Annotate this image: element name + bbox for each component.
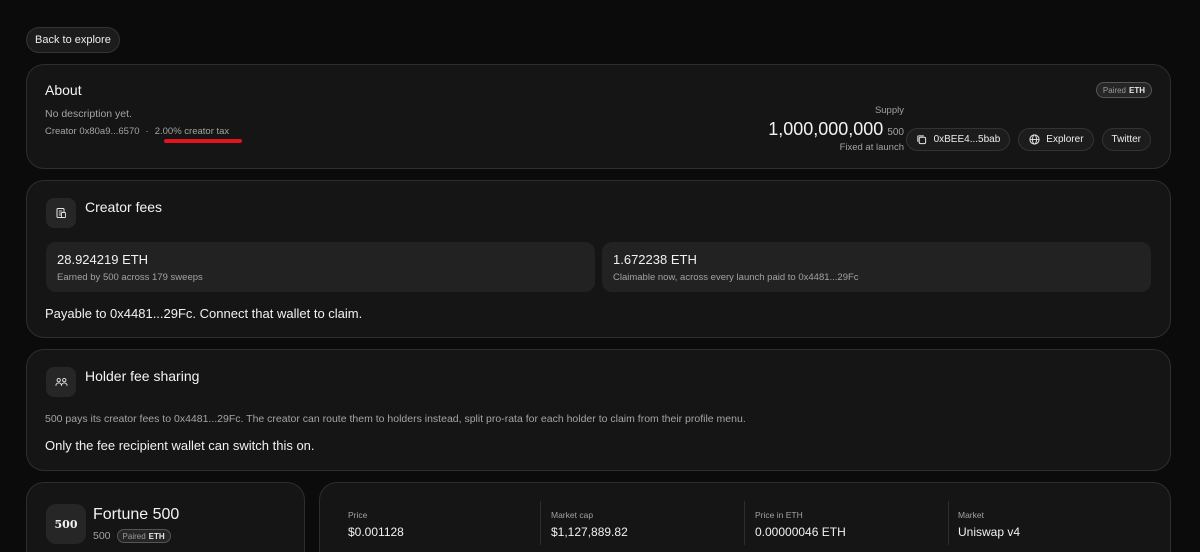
supply-value: 1,000,000,000 bbox=[768, 119, 884, 139]
globe-icon bbox=[1028, 134, 1040, 146]
holder-fee-note: Only the fee recipient wallet can switch… bbox=[45, 438, 315, 453]
supply-ticker: 500 bbox=[887, 127, 904, 138]
stat-divider bbox=[744, 501, 745, 545]
stat-market: Market Uniswap v4 bbox=[958, 510, 1020, 539]
twitter-link[interactable]: Twitter bbox=[1101, 128, 1151, 151]
contract-address: 0xBEE4...5bab bbox=[933, 134, 1001, 145]
holder-fee-sharing-card: Holder fee sharing 500 pays its creator … bbox=[26, 349, 1171, 471]
supply-label: Supply bbox=[874, 105, 904, 116]
token-name: Fortune 500 bbox=[93, 506, 180, 523]
supply-note: Fixed at launch bbox=[839, 142, 904, 153]
stat-value: $1,127,889.82 bbox=[551, 525, 628, 539]
paired-prefix: Paired bbox=[1102, 85, 1126, 95]
holders-icon bbox=[46, 367, 76, 397]
stat-market-cap: Market cap $1,127,889.82 bbox=[551, 510, 628, 539]
creator-address[interactable]: Creator 0x80a9...6570 bbox=[45, 126, 140, 137]
fees-earned-value: 28.924219 ETH bbox=[57, 252, 149, 267]
token-paired-token: ETH bbox=[148, 531, 165, 541]
stat-divider bbox=[540, 501, 541, 545]
about-title: About bbox=[45, 82, 82, 98]
paired-badge: Paired ETH bbox=[1095, 82, 1152, 98]
token-paired-badge: Paired ETH bbox=[116, 529, 171, 543]
creator-tax-highlight bbox=[164, 139, 242, 143]
stat-value: 0.00000046 ETH bbox=[755, 525, 846, 539]
stat-price: Price $0.001128 bbox=[348, 510, 404, 539]
holder-fee-description: 500 pays its creator fees to 0x4481...29… bbox=[45, 413, 746, 425]
fees-claimable-value: 1.672238 ETH bbox=[613, 252, 697, 267]
stat-value: $0.001128 bbox=[348, 525, 404, 539]
fees-claimable-box: 1.672238 ETH Claimable now, across every… bbox=[602, 242, 1151, 292]
paired-token: ETH bbox=[1129, 85, 1145, 95]
token-logo: 500 bbox=[46, 504, 86, 544]
token-ticker: 500 bbox=[93, 530, 111, 542]
back-to-explore-button[interactable]: Back to explore bbox=[26, 27, 120, 53]
holder-fee-sharing-title: Holder fee sharing bbox=[85, 368, 200, 384]
creator-tax: 2.00% creator tax bbox=[154, 126, 230, 137]
about-links: 0xBEE4...5bab Explorer Twitter bbox=[905, 128, 1151, 151]
token-ticker-row: 500 Paired ETH bbox=[93, 529, 171, 543]
explorer-label: Explorer bbox=[1046, 134, 1084, 145]
about-card: About No description yet. Creator 0x80a9… bbox=[26, 64, 1171, 169]
fees-icon bbox=[46, 198, 76, 228]
stat-label: Price bbox=[348, 510, 368, 520]
stat-label: Market bbox=[958, 510, 984, 520]
about-meta: Creator 0x80a9...6570 · 2.00% creator tax bbox=[45, 126, 229, 137]
stat-price-eth: Price in ETH 0.00000046 ETH bbox=[755, 510, 846, 539]
supply-block: Supply 1,000,000,000 500 Fixed at launch bbox=[768, 105, 904, 153]
stat-divider bbox=[948, 501, 949, 545]
fees-earned-box: 28.924219 ETH Earned by 500 across 179 s… bbox=[46, 242, 595, 292]
twitter-label: Twitter bbox=[1111, 134, 1141, 145]
copy-contract-button[interactable]: 0xBEE4...5bab bbox=[905, 128, 1011, 151]
explorer-link[interactable]: Explorer bbox=[1018, 128, 1094, 151]
meta-separator: · bbox=[145, 126, 149, 137]
fees-claimable-sub: Claimable now, across every launch paid … bbox=[613, 272, 859, 283]
token-paired-prefix: Paired bbox=[122, 531, 146, 541]
copy-icon bbox=[916, 134, 928, 146]
fees-earned-sub: Earned by 500 across 179 sweeps bbox=[57, 272, 203, 283]
market-stats-card: Price $0.001128 Market cap $1,127,889.82… bbox=[319, 482, 1171, 552]
fees-payable-note: Payable to 0x4481...29Fc. Connect that w… bbox=[45, 306, 363, 321]
creator-fees-title: Creator fees bbox=[85, 199, 163, 215]
stat-label: Market cap bbox=[551, 510, 594, 520]
creator-fees-card: Creator fees 28.924219 ETH Earned by 500… bbox=[26, 180, 1171, 338]
stat-value: Uniswap v4 bbox=[958, 525, 1021, 539]
token-card: 500 Fortune 500 500 Paired ETH bbox=[26, 482, 305, 552]
stat-label: Price in ETH bbox=[755, 510, 803, 520]
about-description: No description yet. bbox=[45, 108, 132, 120]
